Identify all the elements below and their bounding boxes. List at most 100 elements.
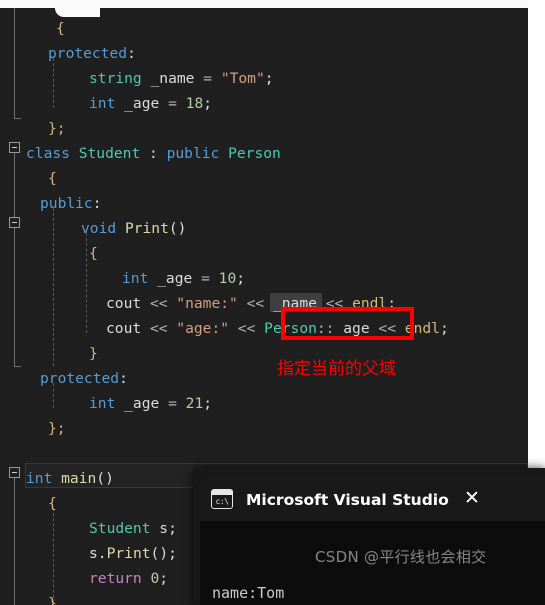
- code-line-1: {: [56, 16, 65, 41]
- token-parens: (): [168, 220, 187, 237]
- token-shift: <<: [369, 320, 405, 337]
- token-colon: :: [127, 45, 136, 62]
- token-cout: cout: [106, 295, 150, 312]
- collapse-toggle-print[interactable]: [9, 217, 20, 228]
- token-type-person: Person: [264, 320, 317, 337]
- outline-line-person: [14, 8, 15, 118]
- code-line-16: int _age = 21;: [89, 391, 212, 416]
- token-keyword-void: void: [81, 220, 117, 237]
- token-type-student: Student: [89, 520, 151, 537]
- watermark-text: CSDN @平行线也会相交: [315, 548, 487, 566]
- token-endl: endl: [352, 295, 388, 312]
- token-shift: <<: [229, 320, 265, 337]
- token-colon: :: [149, 145, 167, 162]
- collapse-toggle-main[interactable]: [9, 467, 20, 478]
- token-brace-close: }: [48, 595, 57, 605]
- token-type-student: Student: [69, 145, 150, 162]
- token-brace: {: [48, 170, 57, 187]
- token-identifier-name: _name: [272, 295, 317, 312]
- code-line-17: };: [48, 416, 66, 441]
- code-line-5: };: [48, 116, 66, 141]
- token-string-name-label: "name:": [176, 295, 238, 312]
- code-line-13: cout << "age:" << Person::_age << endl;: [106, 316, 449, 341]
- outlining-gutter[interactable]: [0, 8, 26, 605]
- code-line-14: }: [89, 341, 98, 366]
- token-function-main: main: [52, 470, 97, 487]
- code-line-23: return 0;: [89, 566, 168, 591]
- token-assign: =: [201, 270, 219, 287]
- console-output-line: name:Tom: [212, 584, 285, 602]
- code-line-8: public:: [40, 191, 102, 216]
- token-shift: <<: [149, 295, 177, 312]
- token-keyword-public: public: [40, 195, 93, 212]
- outline-foot-person: [14, 118, 21, 119]
- token-number-21: 21: [185, 395, 204, 412]
- console-title-bar[interactable]: c:\ Microsoft Visual Studio 调试控 ✕: [200, 477, 545, 521]
- token-shift: <<: [237, 295, 273, 312]
- token-semicolon: ;: [387, 295, 397, 312]
- code-line-12: cout << "name:" << _name << endl;: [106, 291, 396, 316]
- token-assign: =: [168, 95, 186, 112]
- console-icon-label: c:\: [215, 497, 229, 506]
- token-semicolon: ;: [203, 95, 213, 112]
- token-identifier-name: _name: [141, 70, 204, 87]
- token-string-tom: "Tom": [220, 70, 265, 87]
- token-colon: :: [119, 370, 128, 387]
- token-brace: {: [89, 245, 98, 262]
- token-semicolon: ;: [439, 320, 449, 337]
- code-line-2: protected:: [48, 41, 136, 66]
- token-type-string: string: [89, 70, 142, 87]
- token-identifier-s: s: [89, 545, 98, 562]
- token-parens: (): [150, 545, 169, 562]
- token-identifier-s: s: [150, 520, 169, 537]
- outline-line-student: [14, 153, 15, 366]
- token-semicolon: ;: [168, 520, 177, 537]
- code-line-20: {: [48, 491, 57, 516]
- code-line-19: int main(): [26, 466, 114, 491]
- screenshot-root: { protected: string _name = "Tom"; int _…: [0, 0, 545, 605]
- code-line-9: void Print(): [81, 216, 186, 241]
- token-number-0: 0: [141, 570, 160, 587]
- token-semicolon: ;: [264, 70, 274, 87]
- token-brace-close: };: [48, 420, 66, 437]
- console-window[interactable]: c:\ Microsoft Visual Studio 调试控 ✕ name:T…: [200, 477, 545, 605]
- token-shift: <<: [316, 295, 353, 312]
- code-line-24: }: [48, 591, 57, 605]
- token-type-person: Person: [219, 145, 281, 162]
- collapse-toggle-student[interactable]: [9, 142, 20, 153]
- token-endl: endl: [404, 320, 440, 337]
- console-cmd-icon: c:\: [211, 489, 233, 509]
- token-brace: {: [56, 20, 65, 37]
- token-semicolon: ;: [203, 395, 213, 412]
- token-keyword-return: return: [89, 570, 142, 587]
- token-identifier-age: _age: [334, 320, 370, 337]
- indent-guide: [53, 208, 54, 366]
- token-function-print: Print: [116, 220, 169, 237]
- token-number-10: 10: [218, 270, 237, 287]
- token-keyword-class: class: [26, 145, 70, 162]
- annotation-note-text: 指定当前的父域: [277, 359, 396, 379]
- code-line-7: {: [48, 166, 57, 191]
- code-line-4: int _age = 18;: [89, 91, 212, 116]
- token-assign: =: [203, 70, 221, 87]
- close-icon[interactable]: ✕: [461, 488, 483, 510]
- token-keyword-public: public: [166, 145, 220, 162]
- token-semicolon: ;: [168, 545, 177, 562]
- outline-line-main: [14, 478, 15, 605]
- code-line-3: string _name = "Tom";: [89, 66, 274, 91]
- code-line-6: class Student : public Person: [26, 141, 281, 166]
- token-keyword-int: int: [122, 270, 149, 287]
- token-identifier-age: _age: [148, 270, 202, 287]
- token-keyword-int: int: [26, 470, 53, 487]
- token-keyword-int: int: [89, 95, 116, 112]
- code-line-11: int _age = 10;: [122, 266, 245, 291]
- code-line-10: {: [89, 241, 98, 266]
- token-semicolon: ;: [236, 270, 246, 287]
- token-brace: {: [48, 495, 57, 512]
- token-brace-close: };: [48, 120, 66, 137]
- code-line-22: s.Print();: [89, 541, 177, 566]
- token-cout: cout: [106, 320, 150, 337]
- token-semicolon: ;: [159, 570, 169, 587]
- token-function-print: Print: [106, 545, 151, 562]
- token-identifier-age: _age: [115, 95, 169, 112]
